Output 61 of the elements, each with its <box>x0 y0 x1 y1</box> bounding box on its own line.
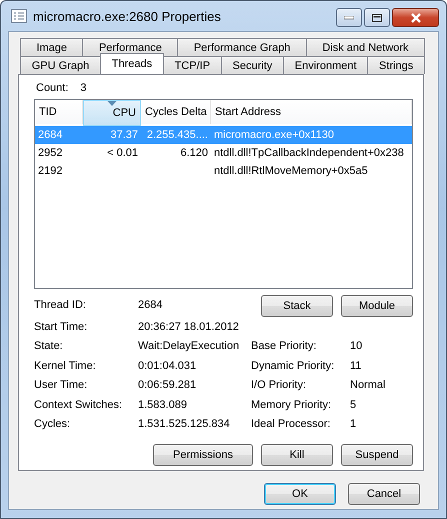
tab[interactable]: Image <box>20 38 84 56</box>
field-value: 10 <box>350 339 364 354</box>
table-cell[interactable]: 2192 <box>35 162 83 180</box>
action-button[interactable]: Suspend <box>341 444 413 466</box>
field-label: Kernel Time: <box>34 358 97 374</box>
column-header[interactable]: Cycles Delta <box>141 100 211 124</box>
maximize-icon <box>372 14 382 22</box>
action-button[interactable]: Kill <box>261 444 333 466</box>
field-value: 1.531.525.125.834 <box>138 417 231 432</box>
dialog-button[interactable]: Cancel <box>348 483 420 505</box>
table-cell[interactable]: ntdll.dll!TpCallbackIndependent+0x238 <box>211 144 412 162</box>
column-header[interactable]: Start Address <box>211 100 412 124</box>
column-header[interactable]: CPU <box>83 100 141 126</box>
action-button[interactable]: Permissions <box>153 444 253 466</box>
count-label: Count: <box>36 82 68 94</box>
minimize-icon <box>344 16 354 20</box>
thread-button[interactable]: Stack <box>261 295 333 317</box>
field-label: Context Switches: <box>34 398 124 413</box>
field-value: 5 <box>350 398 358 413</box>
field-value: 20:36:27 18.01.2012 <box>138 320 240 335</box>
field-value: 2684 <box>138 298 164 313</box>
maximize-button[interactable] <box>364 8 390 27</box>
table-cell[interactable]: < 0.01 <box>83 144 141 162</box>
field-value: 0:06:59.281 <box>138 378 198 394</box>
field-label: State: <box>34 339 64 354</box>
tab[interactable]: Security <box>220 56 284 74</box>
dialog-button[interactable]: OK <box>264 483 336 505</box>
tab[interactable]: Threads <box>100 53 164 74</box>
count-value: 3 <box>80 82 87 94</box>
field-label: Cycles: <box>34 417 72 432</box>
field-value: 0:01:04.031 <box>138 358 198 374</box>
column-header[interactable]: TID <box>35 100 83 124</box>
window-icon <box>11 9 27 23</box>
field-label: Base Priority: <box>251 339 318 354</box>
tab[interactable]: Disk and Network <box>306 38 425 56</box>
field-label: Dynamic Priority: <box>251 358 336 374</box>
close-button[interactable] <box>392 8 439 27</box>
field-label: Memory Priority: <box>251 398 332 413</box>
field-value: Normal <box>350 378 386 394</box>
tab[interactable]: Strings <box>367 56 426 74</box>
tab[interactable]: TCP/IP <box>162 56 222 74</box>
minimize-button[interactable] <box>336 8 362 27</box>
thread-button[interactable]: Module <box>341 295 413 317</box>
tab[interactable]: Environment <box>283 56 368 74</box>
field-label: I/O Priority: <box>251 378 308 394</box>
field-label: Thread ID: <box>34 298 87 313</box>
field-label: Ideal Processor: <box>251 417 332 432</box>
field-label: User Time: <box>34 378 88 394</box>
sort-arrow-icon <box>108 101 116 106</box>
field-value: 11 <box>350 358 362 374</box>
table-cell[interactable]: ntdll.dll!RtlMoveMemory+0x5a5 <box>211 162 412 180</box>
close-icon <box>410 12 422 22</box>
field-value: 1 <box>350 417 358 432</box>
tab[interactable]: GPU Graph <box>20 56 101 74</box>
field-label: Start Time: <box>34 320 88 335</box>
table-cell[interactable]: 6.120 <box>141 144 211 162</box>
table-cell[interactable]: 2952 <box>35 144 83 162</box>
field-value: Wait:DelayExecution <box>138 339 240 354</box>
window-title: micromacro.exe:2680 Properties <box>33 8 221 24</box>
field-value: 1.583.089 <box>138 398 188 413</box>
tab[interactable]: Performance Graph <box>177 38 307 56</box>
